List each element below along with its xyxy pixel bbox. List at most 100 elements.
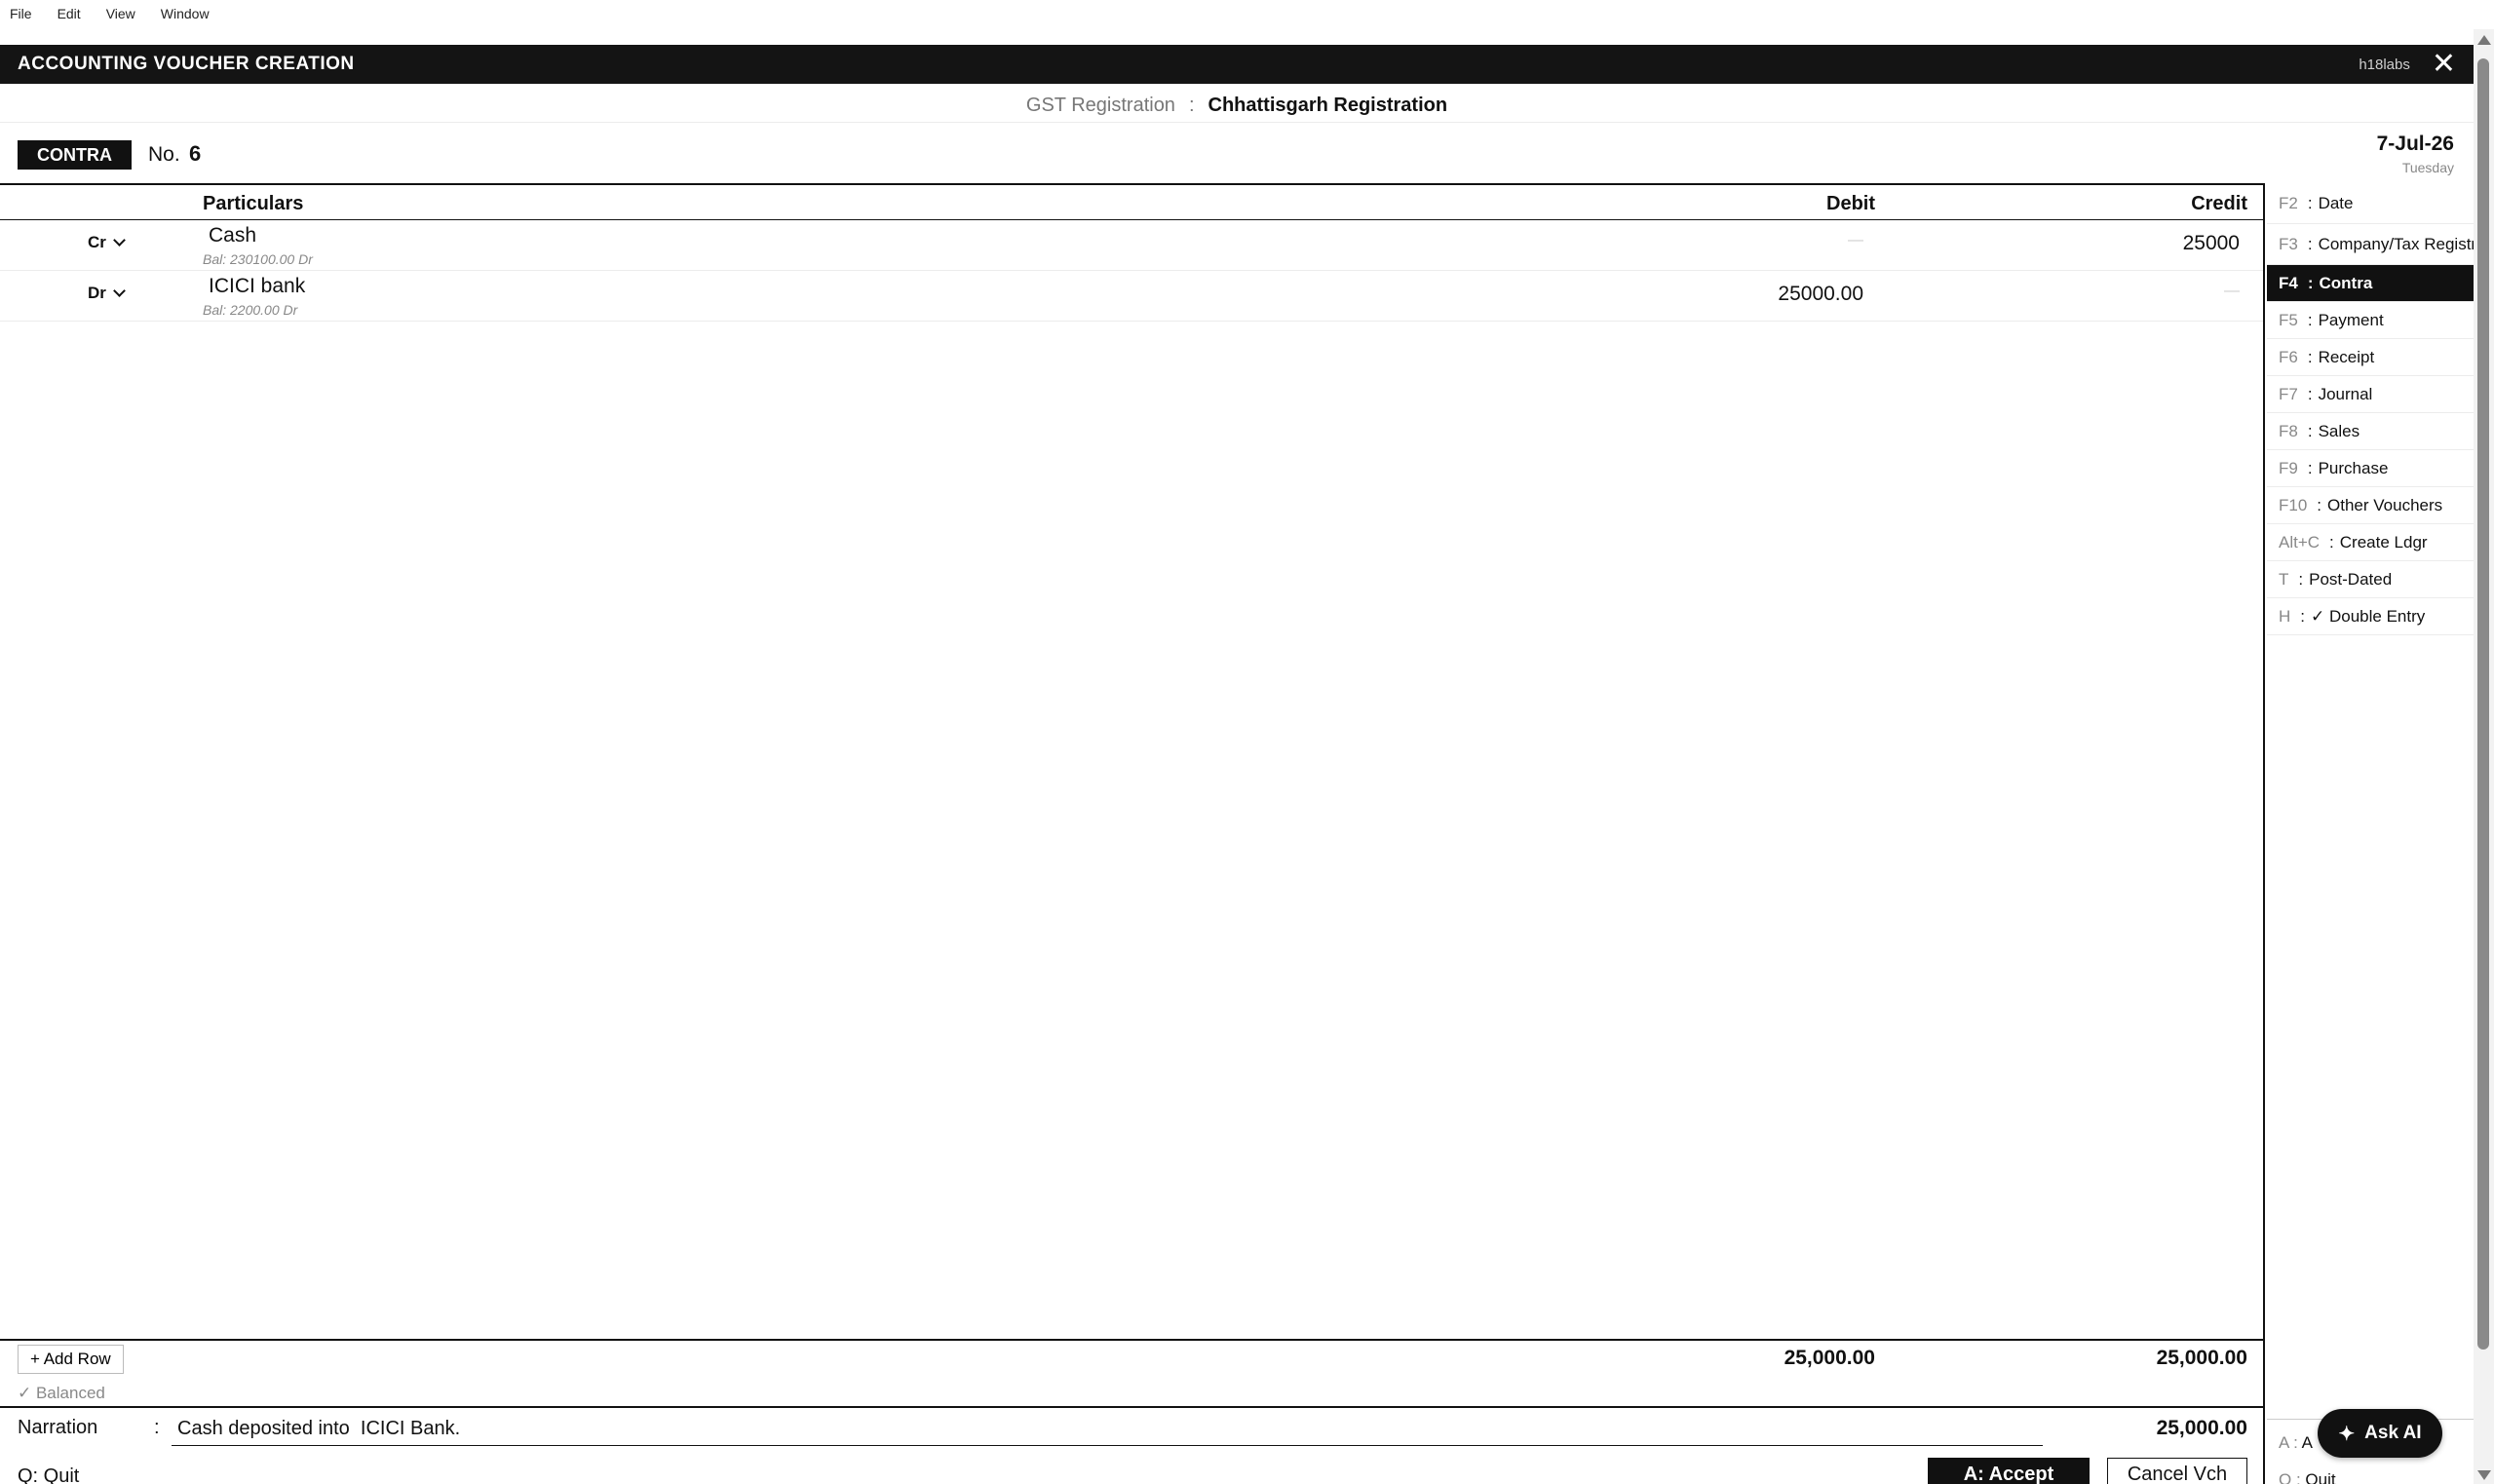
chevron-down-icon — [113, 285, 126, 297]
scroll-down-icon[interactable] — [2477, 1470, 2491, 1480]
voucher-no-value: 6 — [189, 141, 202, 166]
shortcut-key: A — [2279, 1433, 2289, 1452]
sidebar-item-create-ledger[interactable]: Alt+C: Create Ldgr — [2267, 524, 2474, 561]
gst-registration-row: GST Registration : Chhattisgarh Registra… — [0, 90, 2474, 123]
gst-value[interactable]: Chhattisgarh Registration — [1209, 95, 1448, 117]
total-credit: 25,000.00 — [2156, 1347, 2247, 1369]
sidebar-item-journal[interactable]: F7: Journal — [2267, 376, 2474, 413]
shortcut-label: Post-Dated — [2309, 569, 2393, 589]
header-credit: Credit — [2191, 193, 2247, 214]
voucher-type-badge: CONTRA — [18, 140, 132, 170]
ask-ai-button[interactable]: ✦ Ask AI — [2318, 1409, 2442, 1458]
scrollbar-thumb[interactable] — [2477, 58, 2489, 1350]
sidebar-item-purchase[interactable]: F9: Purchase — [2267, 450, 2474, 487]
shortcut-key: F2 — [2279, 193, 2298, 212]
table-row[interactable]: Cr Cash Bal: 230100.00 Dr — 25000 — [0, 220, 2263, 271]
voucher-header: CONTRA No. 6 7-Jul-26 Tuesday — [0, 127, 2474, 181]
shortcut-label: ✓ Double Entry — [2311, 606, 2426, 626]
voucher-no-label: No. — [148, 143, 180, 166]
menu-view[interactable]: View — [106, 6, 135, 21]
voucher-footer: + Add Row 25,000.00 25,000.00 ✓ Balanced… — [0, 1339, 2265, 1484]
menu-window[interactable]: Window — [161, 6, 210, 21]
crdr-value: Dr — [88, 284, 106, 302]
shortcut-key: T — [2279, 569, 2289, 589]
shortcut-key: F9 — [2279, 458, 2298, 477]
add-row-button[interactable]: + Add Row — [18, 1345, 124, 1374]
shortcut-label: Payment — [2318, 310, 2384, 329]
shortcut-label: Receipt — [2318, 347, 2375, 366]
sidebar-item-post-dated[interactable]: T: Post-Dated — [2267, 561, 2474, 598]
shortcut-key: F3 — [2279, 234, 2298, 253]
narration-total: 25,000.00 — [2156, 1417, 2247, 1439]
window-title: ACCOUNTING VOUCHER CREATION — [18, 54, 355, 74]
sidebar-item-sales[interactable]: F8: Sales — [2267, 413, 2474, 450]
header-particulars: Particulars — [203, 193, 304, 214]
company-name: h18labs — [2359, 56, 2410, 73]
shortcut-key: Q — [2279, 1470, 2292, 1484]
crdr-value: Cr — [88, 233, 106, 251]
total-debit: 25,000.00 — [1784, 1347, 1875, 1369]
narration-label: Narration — [18, 1417, 98, 1438]
menu-bar: File Edit View Window — [0, 0, 2494, 27]
title-bar: ACCOUNTING VOUCHER CREATION h18labs ✕ — [0, 45, 2474, 84]
shortcut-label: Other Vouchers — [2327, 495, 2443, 514]
sidebar-item-quit[interactable]: Q : Quit — [2279, 1470, 2336, 1484]
shortcut-label: Contra — [2319, 273, 2373, 292]
quit-label[interactable]: Q: Quit — [18, 1465, 79, 1484]
gst-label: GST Registration — [1025, 95, 1175, 116]
ledger-balance: Bal: 230100.00 Dr — [203, 251, 313, 267]
ledger-name[interactable]: Cash — [209, 224, 256, 247]
voucher-day: Tuesday — [2401, 160, 2454, 175]
shortcut-key: F7 — [2279, 384, 2298, 403]
sidebar-item-company-tax[interactable]: F3:Company/Tax Registration — [2267, 224, 2474, 265]
shortcut-key: H — [2279, 606, 2291, 626]
gst-separator: : — [1188, 95, 1195, 116]
crdr-selector[interactable]: Cr — [88, 233, 126, 252]
sidebar-item-payment[interactable]: F5: Payment — [2267, 302, 2474, 339]
sidebar-item-contra[interactable]: F4: Contra — [2267, 265, 2474, 302]
shortcut-label: Create Ldgr — [2339, 532, 2428, 552]
sidebar-item-accept[interactable]: A : A — [2279, 1433, 2313, 1453]
shortcut-key: F5 — [2279, 310, 2298, 329]
crdr-selector[interactable]: Dr — [88, 284, 126, 303]
shortcut-key: F4 — [2279, 273, 2298, 292]
table-header: Particulars Debit Credit — [0, 185, 2263, 220]
balanced-status: ✓ Balanced — [18, 1384, 105, 1402]
accept-button[interactable]: A: Accept — [1928, 1458, 2090, 1484]
credit-cell[interactable]: — — [2224, 283, 2240, 300]
sidebar-item-receipt[interactable]: F6: Receipt — [2267, 339, 2474, 376]
vertical-scrollbar[interactable] — [2474, 29, 2494, 1484]
voucher-date[interactable]: 7-Jul-26 — [2377, 133, 2454, 156]
menu-file[interactable]: File — [10, 6, 32, 21]
debit-cell[interactable]: — — [1848, 232, 1863, 249]
narration-input[interactable] — [172, 1413, 2043, 1446]
scroll-up-icon[interactable] — [2477, 35, 2491, 45]
sidebar-item-date[interactable]: F2: Date — [2267, 183, 2474, 224]
shortcut-sidebar: F2:Date F3:Company/Tax Registration F4:C… — [2267, 183, 2474, 1339]
credit-cell[interactable]: 25000 — [2183, 232, 2240, 255]
shortcut-label: Sales — [2318, 421, 2360, 440]
menu-edit[interactable]: Edit — [58, 6, 81, 21]
shortcut-key: F10 — [2279, 495, 2308, 514]
sidebar-item-double-entry[interactable]: H: ✓ Double Entry — [2267, 598, 2474, 635]
cancel-voucher-button[interactable]: Cancel Vch — [2107, 1458, 2247, 1484]
close-icon[interactable]: ✕ — [2432, 50, 2456, 79]
shortcut-key: Alt+C — [2279, 532, 2321, 552]
shortcut-label: A — [2301, 1433, 2313, 1452]
ledger-balance: Bal: 2200.00 Dr — [203, 302, 298, 318]
sparkle-icon: ✦ — [2338, 1423, 2356, 1445]
shortcut-label: Journal — [2318, 384, 2373, 403]
shortcut-label: Date — [2318, 193, 2354, 212]
shortcut-label: Company/Tax Registration — [2318, 234, 2474, 253]
narration-colon: : — [154, 1417, 160, 1438]
shortcut-key: F8 — [2279, 421, 2298, 440]
shortcut-key: F6 — [2279, 347, 2298, 366]
sidebar-item-other-vouchers[interactable]: F10: Other Vouchers — [2267, 487, 2474, 524]
voucher-table: Particulars Debit Credit Cr Cash Bal: 23… — [0, 183, 2265, 1339]
ask-ai-label: Ask AI — [2364, 1423, 2422, 1443]
debit-cell[interactable]: 25000.00 — [1778, 283, 1863, 306]
shortcut-label: Purchase — [2318, 458, 2389, 477]
header-debit: Debit — [1826, 193, 1875, 214]
ledger-name[interactable]: ICICI bank — [209, 275, 305, 298]
table-row[interactable]: Dr ICICI bank Bal: 2200.00 Dr 25000.00 — — [0, 271, 2263, 322]
